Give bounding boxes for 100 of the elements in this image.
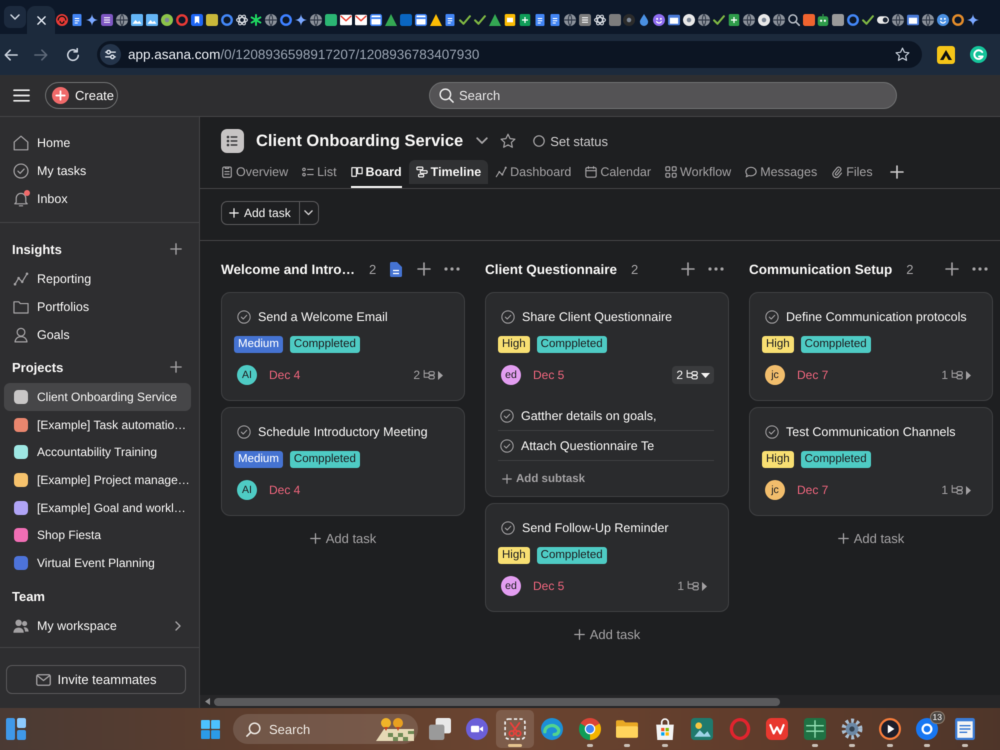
envelope-icon[interactable] [340, 14, 352, 26]
sparkle-icon[interactable] [86, 14, 98, 26]
ring-icon[interactable] [176, 14, 188, 26]
spreadsheet-icon[interactable] [804, 718, 826, 740]
horizontal-scrollbar[interactable] [200, 695, 1000, 708]
plus-icon[interactable] [417, 262, 431, 276]
dot-icon[interactable] [758, 14, 770, 26]
triangle-icon[interactable] [489, 14, 502, 26]
swirl-icon[interactable] [541, 718, 564, 740]
calendar-icon[interactable] [414, 14, 427, 26]
plus-icon[interactable] [681, 262, 695, 276]
project-item[interactable]: Client Onboarding Service [4, 383, 191, 411]
star-icon[interactable] [895, 47, 910, 62]
check-circle-icon[interactable] [501, 521, 515, 535]
add-task-menu-button[interactable] [300, 201, 319, 225]
nav-item[interactable]: Reporting [4, 265, 191, 293]
widgets-icon[interactable] [6, 718, 26, 740]
window-icon[interactable] [668, 14, 680, 26]
sparkle-icon[interactable] [295, 14, 308, 26]
chevron-down-icon[interactable] [476, 137, 488, 145]
shopping-bag-icon[interactable] [654, 718, 676, 740]
search-icon[interactable] [788, 14, 800, 26]
project-item[interactable]: [Example] Goal and workl… [4, 494, 191, 522]
image-icon[interactable] [131, 14, 144, 26]
scissors-icon[interactable] [504, 718, 526, 740]
smiley-icon[interactable] [653, 14, 666, 26]
add-task-button[interactable]: Add task [221, 201, 300, 225]
assignee-avatar[interactable]: AI [237, 480, 257, 500]
taskbar-button[interactable] [496, 710, 534, 748]
document-icon[interactable] [548, 14, 561, 26]
check-icon[interactable] [474, 14, 486, 26]
chevron-right-icon[interactable] [175, 620, 181, 631]
globe-icon[interactable] [564, 14, 576, 26]
add-task-button[interactable]: Add task [838, 527, 904, 549]
document-icon[interactable] [444, 14, 456, 26]
square-icon[interactable] [608, 14, 621, 26]
play-icon[interactable] [878, 718, 901, 740]
robot-icon[interactable] [817, 14, 830, 26]
reload-icon[interactable] [66, 48, 80, 62]
view-tab[interactable]: Files [824, 160, 880, 188]
star-icon[interactable] [500, 133, 516, 149]
scrollbar-thumb[interactable] [214, 698, 780, 706]
task-card[interactable]: Test Communication Channels High Comppleted jc Dec 7 1 [749, 407, 993, 516]
subtask-toggle[interactable]: 1 [937, 366, 975, 384]
spreadsheet-icon[interactable] [519, 14, 532, 26]
subtask-toggle[interactable]: 2 [672, 366, 714, 384]
spreadsheet-icon[interactable] [728, 14, 740, 26]
assignee-avatar[interactable]: jc [765, 480, 785, 500]
subtask-toggle[interactable]: 2 [409, 366, 447, 384]
globe-icon[interactable] [922, 14, 934, 26]
plus-icon[interactable] [170, 243, 182, 255]
check-circle-icon[interactable] [500, 408, 514, 422]
task-card[interactable]: Share Client Questionnaire High Comppleted ed Dec 5 2 Gatther details on goals, Attach Questionnaire Te Add subtask [485, 292, 729, 497]
tab-menu-button[interactable] [4, 6, 26, 28]
task-card[interactable]: Send Follow-Up Reminder High Comppleted ed Dec 5 1 [485, 503, 729, 612]
more-icon[interactable] [708, 267, 724, 271]
check-circle-icon[interactable] [237, 425, 251, 439]
nav-item[interactable]: Goals [4, 321, 191, 349]
plus-icon[interactable] [170, 361, 182, 373]
assignee-avatar[interactable]: ed [501, 365, 521, 385]
menu-icon[interactable] [13, 89, 30, 102]
globe-icon[interactable] [310, 14, 322, 26]
square-icon[interactable] [325, 14, 338, 26]
more-icon[interactable] [972, 267, 988, 271]
nav-item[interactable]: My workspace [4, 612, 191, 640]
list-icon[interactable] [578, 14, 591, 26]
dot-icon[interactable] [160, 14, 173, 26]
nav-item[interactable]: My tasks [4, 157, 191, 185]
ring-icon[interactable] [952, 14, 964, 26]
nav-item[interactable]: Portfolios [4, 293, 191, 321]
subtask-toggle[interactable]: 1 [937, 481, 975, 499]
add-task-button[interactable]: Add task [310, 527, 376, 549]
start-icon[interactable] [200, 720, 220, 738]
sparkle-icon[interactable] [966, 14, 979, 26]
add-subtask-button[interactable]: Add subtask [498, 469, 586, 489]
dot-icon[interactable] [683, 14, 696, 26]
calendar-icon[interactable] [370, 14, 382, 26]
toggle-icon[interactable] [877, 14, 890, 26]
dot-icon[interactable] [623, 14, 636, 26]
close-icon[interactable] [36, 16, 46, 24]
ring-icon[interactable] [847, 14, 860, 26]
plus-icon[interactable] [890, 165, 904, 179]
view-tab[interactable]: Messages [738, 160, 824, 188]
mountain-tile-icon[interactable] [937, 46, 955, 64]
nav-item[interactable]: Inbox [4, 185, 191, 213]
ring-icon[interactable] [220, 14, 233, 26]
search-field[interactable]: Search [429, 82, 897, 109]
knot-icon[interactable] [236, 14, 248, 26]
window-icon[interactable] [907, 14, 919, 26]
video-camera-icon[interactable] [466, 718, 488, 740]
project-icon[interactable] [221, 129, 244, 153]
subtask-toggle[interactable]: 1 [673, 577, 711, 595]
task-card[interactable]: Define Communication protocols High Comppleted jc Dec 7 1 [749, 292, 993, 401]
square-icon[interactable] [802, 14, 815, 26]
document-icon[interactable] [390, 262, 402, 276]
zigzag-icon[interactable] [766, 718, 788, 740]
globe-icon[interactable] [892, 14, 904, 26]
taskbar-search-field[interactable]: Search [233, 714, 418, 744]
segmented-circle-icon[interactable] [578, 718, 601, 740]
sliders-icon[interactable] [100, 44, 121, 65]
